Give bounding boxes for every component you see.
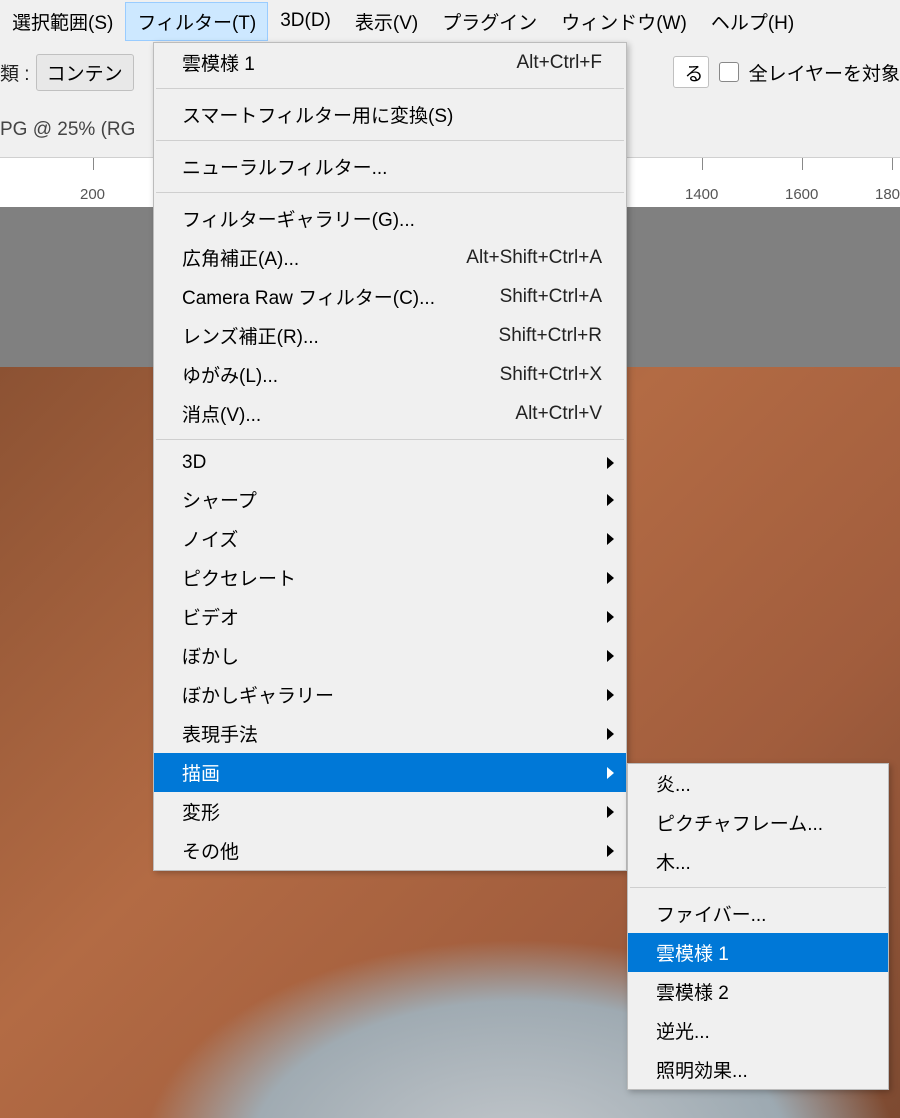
menu-shortcut: Alt+Ctrl+F [516,52,602,74]
menu-label: フィルターギャラリー(G)... [182,205,415,232]
menu-label: 雲模様 1 [656,939,729,966]
filter-blur-submenu[interactable]: ぼかし [154,636,626,675]
filter-pixelate-submenu[interactable]: ピクセレート [154,558,626,597]
menu-label: スマートフィルター用に変換(S) [182,101,453,128]
filter-neural[interactable]: ニューラルフィルター... [154,147,626,186]
submenu-arrow-icon [607,650,614,662]
filter-last[interactable]: 雲模様 1 Alt+Ctrl+F [154,43,626,82]
filter-convert-smart[interactable]: スマートフィルター用に変換(S) [154,95,626,134]
render-fibers[interactable]: ファイバー... [628,894,888,933]
filter-blur-gallery-submenu[interactable]: ぼかしギャラリー [154,675,626,714]
menu-label: シャープ [182,486,257,513]
menu-3d[interactable]: 3D(D) [268,4,343,38]
filter-noise-submenu[interactable]: ノイズ [154,519,626,558]
submenu-arrow-icon [607,728,614,740]
menu-shortcut: Alt+Ctrl+V [515,403,602,425]
menu-filter[interactable]: フィルター(T) [125,2,268,41]
menu-label: ゆがみ(L)... [182,361,278,388]
menu-separator [156,439,624,440]
menu-shortcut: Shift+Ctrl+R [499,325,602,347]
menu-help[interactable]: ヘルプ(H) [699,2,806,41]
render-tree[interactable]: 木... [628,842,888,881]
document-title-text: PG @ 25% (RG [0,119,135,141]
menu-label: 照明効果... [656,1056,748,1083]
filter-render-submenu[interactable]: 描画 [154,753,626,792]
filter-gallery[interactable]: フィルターギャラリー(G)... [154,199,626,238]
submenu-arrow-icon [607,533,614,545]
menu-label: ぼかしギャラリー [182,681,334,708]
menu-label: 変形 [182,798,220,825]
menu-separator [156,192,624,193]
menu-separator [156,140,624,141]
filter-other-submenu[interactable]: その他 [154,831,626,870]
filter-stylize-submenu[interactable]: 表現手法 [154,714,626,753]
menu-label: 炎... [656,770,691,797]
menu-view[interactable]: 表示(V) [343,2,430,41]
all-layers-checkbox[interactable] [719,62,739,82]
menu-select[interactable]: 選択範囲(S) [0,2,125,41]
menu-label: 木... [656,848,691,875]
menu-label: 逆光... [656,1017,710,1044]
menu-plugins[interactable]: プラグイン [430,2,549,41]
menu-shortcut: Shift+Ctrl+X [500,364,602,386]
menu-label: 描画 [182,759,220,786]
menu-label: ファイバー... [656,900,766,927]
menu-separator [156,88,624,89]
menu-label: その他 [182,837,239,864]
menu-label: 広角補正(A)... [182,244,299,271]
menu-window[interactable]: ウィンドウ(W) [549,2,699,41]
render-lens-flare[interactable]: 逆光... [628,1011,888,1050]
submenu-arrow-icon [607,572,614,584]
menu-label: ノイズ [182,525,238,552]
filter-distort-submenu[interactable]: 変形 [154,792,626,831]
render-clouds1[interactable]: 雲模様 1 [628,933,888,972]
render-clouds2[interactable]: 雲模様 2 [628,972,888,1011]
filter-3d-submenu[interactable]: 3D [154,446,626,480]
filter-dropdown: 雲模様 1 Alt+Ctrl+F スマートフィルター用に変換(S) ニューラルフ… [153,42,627,871]
filter-liquify[interactable]: ゆがみ(L)... Shift+Ctrl+X [154,355,626,394]
render-lighting[interactable]: 照明効果... [628,1050,888,1089]
submenu-arrow-icon [607,689,614,701]
render-flame[interactable]: 炎... [628,764,888,803]
options-field-tail-text: る [685,59,704,86]
options-field-tail[interactable]: る [673,56,709,88]
filter-camera-raw[interactable]: Camera Raw フィルター(C)... Shift+Ctrl+A [154,277,626,316]
ruler-tick: 1400 [685,186,718,203]
options-dropdown[interactable]: コンテン [36,54,134,91]
render-submenu: 炎... ピクチャフレーム... 木... ファイバー... 雲模様 1 雲模様… [627,763,889,1090]
filter-video-submenu[interactable]: ビデオ [154,597,626,636]
menu-label: 消点(V)... [182,400,261,427]
submenu-arrow-icon [607,767,614,779]
menu-label: ビデオ [182,603,239,630]
menu-shortcut: Shift+Ctrl+A [500,286,602,308]
submenu-arrow-icon [607,806,614,818]
menu-label: ニューラルフィルター... [182,153,387,180]
filter-lens-correction[interactable]: レンズ補正(R)... Shift+Ctrl+R [154,316,626,355]
menu-label: 表現手法 [182,720,258,747]
menu-label: ピクチャフレーム... [656,809,823,836]
menubar: 選択範囲(S) フィルター(T) 3D(D) 表示(V) プラグイン ウィンドウ… [0,0,900,42]
menu-label: 3D [182,452,206,474]
menu-separator [630,887,886,888]
submenu-arrow-icon [607,494,614,506]
filter-vanishing-point[interactable]: 消点(V)... Alt+Ctrl+V [154,394,626,433]
render-picture-frame[interactable]: ピクチャフレーム... [628,803,888,842]
ruler-tick: 1600 [785,186,818,203]
menu-label: ぼかし [182,642,239,669]
menu-label: 雲模様 2 [656,978,729,1005]
filter-sharpen-submenu[interactable]: シャープ [154,480,626,519]
menu-label: レンズ補正(R)... [182,322,319,349]
ruler-tick: 1800 [875,186,900,203]
menu-label: ピクセレート [182,564,296,591]
menu-shortcut: Alt+Shift+Ctrl+A [466,247,602,269]
filter-wide-angle[interactable]: 広角補正(A)... Alt+Shift+Ctrl+A [154,238,626,277]
menu-label: 雲模様 1 [182,49,255,76]
all-layers-label: 全レイヤーを対象 [749,59,900,86]
submenu-arrow-icon [607,457,614,469]
ruler-tick: 200 [80,186,105,203]
menu-label: Camera Raw フィルター(C)... [182,283,435,310]
submenu-arrow-icon [607,611,614,623]
options-label: 類 : [0,59,36,86]
submenu-arrow-icon [607,845,614,857]
